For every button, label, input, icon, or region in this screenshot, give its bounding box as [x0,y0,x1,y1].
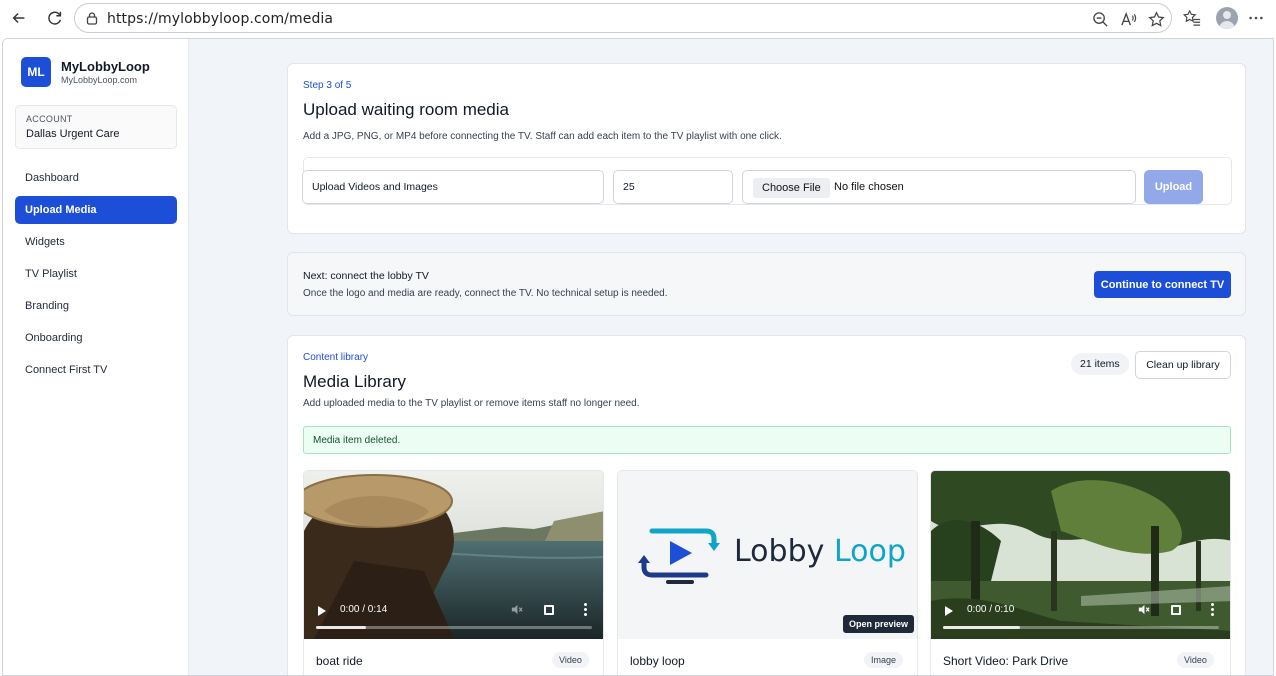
upload-button[interactable]: Upload [1144,170,1203,204]
upload-description: Add a JPG, PNG, or MP4 before connecting… [303,131,782,142]
browser-toolbar: https://mylobbyloop.com/media [0,0,1276,36]
account-name: Dallas Urgent Care [26,128,120,140]
next-step-card: Next: connect the lobby TV Once the logo… [287,252,1246,316]
file-input[interactable]: Choose File No file chosen [742,170,1136,204]
profile-avatar[interactable] [1216,7,1238,29]
video-more-icon[interactable] [584,603,588,617]
account-label: ACCOUNT [26,114,73,124]
more-options-icon[interactable] [1246,8,1266,28]
brand-logo: ML [21,57,51,87]
continue-connect-tv-button[interactable]: Continue to connect TV [1094,271,1231,298]
play-icon[interactable] [318,606,326,616]
upload-form: Upload Videos and Images 25 Choose File … [302,157,1232,205]
app-window: ML MyLobbyLoop MyLobbyLoop.com ACCOUNT D… [2,38,1274,676]
media-item-name: Short Video: Park Drive [943,654,1069,668]
video-controls: 0:00 / 0:14 [304,595,603,639]
video-progress-track[interactable] [316,626,592,629]
media-type-badge: Video [1177,652,1214,668]
choose-file-button[interactable]: Choose File [753,178,830,198]
step-indicator: Step 3 of 5 [303,80,352,91]
sidebar-item-upload-media[interactable]: Upload Media [15,196,177,224]
video-time: 0:00 / 0:10 [967,604,1015,615]
video-more-icon[interactable] [1211,603,1215,617]
fullscreen-icon[interactable] [544,605,554,615]
media-item-lobby-loop: Lobby Loop Open preview lobby loop Image [617,470,918,675]
media-type-badge: Video [552,652,589,668]
media-library-card: Content library Media Library Add upload… [287,335,1246,675]
sidebar-item-branding[interactable]: Branding [15,292,177,320]
read-aloud-icon[interactable] [1119,10,1137,28]
media-title-input[interactable]: Upload Videos and Images [302,170,604,204]
sidebar-item-connect-first-tv[interactable]: Connect First TV [15,356,177,384]
video-time: 0:00 / 0:14 [340,604,388,615]
mute-icon[interactable] [510,603,524,617]
sidebar-item-tv-playlist[interactable]: TV Playlist [15,260,177,288]
success-alert: Media item deleted. [303,426,1231,454]
next-step-title: Next: connect the lobby TV [303,270,429,282]
no-file-text: No file chosen [834,181,904,193]
video-progress-track[interactable] [943,626,1219,629]
video-controls: 0:00 / 0:10 [931,595,1230,639]
mute-icon[interactable] [1137,603,1151,617]
upload-title: Upload waiting room media [303,100,509,119]
back-icon[interactable] [6,5,32,31]
library-eyebrow: Content library [303,352,369,363]
open-preview-button[interactable]: Open preview [843,615,915,633]
favorites-list-icon[interactable] [1182,8,1202,28]
image-thumbnail[interactable]: Lobby Loop Open preview [618,471,917,639]
favorite-star-icon[interactable] [1147,10,1165,28]
sidebar-item-dashboard[interactable]: Dashboard [15,164,177,192]
brand-domain: MyLobbyLoop.com [61,75,138,85]
lobby-loop-logo-icon [638,528,720,584]
sidebar: ML MyLobbyLoop MyLobbyLoop.com ACCOUNT D… [3,39,189,675]
fullscreen-icon[interactable] [1171,605,1181,615]
library-title: Media Library [303,372,406,391]
video-player[interactable]: 0:00 / 0:10 [931,471,1230,639]
url-text[interactable]: https://mylobbyloop.com/media [107,11,333,27]
reload-icon[interactable] [42,5,68,31]
next-step-description: Once the logo and media are ready, conne… [303,288,668,299]
play-icon[interactable] [945,606,953,616]
brand-name: MyLobbyLoop [61,59,150,74]
media-type-badge: Image [864,652,904,668]
video-progress-fill [943,626,1021,629]
clean-up-library-button[interactable]: Clean up library [1135,351,1231,379]
lock-icon [86,12,98,25]
video-progress-fill [316,626,366,629]
media-item-boat-ride: 0:00 / 0:14 boat ride Video [303,470,604,675]
lobby-loop-logo-text: Lobby Loop [734,534,906,569]
media-item-name: lobby loop [630,654,685,668]
sidebar-item-widgets[interactable]: Widgets [15,228,177,256]
library-description: Add uploaded media to the TV playlist or… [303,398,640,409]
account-selector[interactable]: ACCOUNT Dallas Urgent Care [15,105,177,149]
media-item-park-drive: 0:00 / 0:10 Short Video: Park Drive Vide… [930,470,1231,675]
duration-input[interactable]: 25 [613,170,733,204]
item-count-badge: 21 items [1071,353,1129,375]
media-item-name: boat ride [316,654,363,668]
video-player[interactable]: 0:00 / 0:14 [304,471,603,639]
upload-card: Step 3 of 5 Upload waiting room media Ad… [287,63,1246,234]
address-bar[interactable]: https://mylobbyloop.com/media [74,3,1172,33]
sidebar-item-onboarding[interactable]: Onboarding [15,324,177,352]
zoom-icon[interactable] [1091,10,1109,28]
